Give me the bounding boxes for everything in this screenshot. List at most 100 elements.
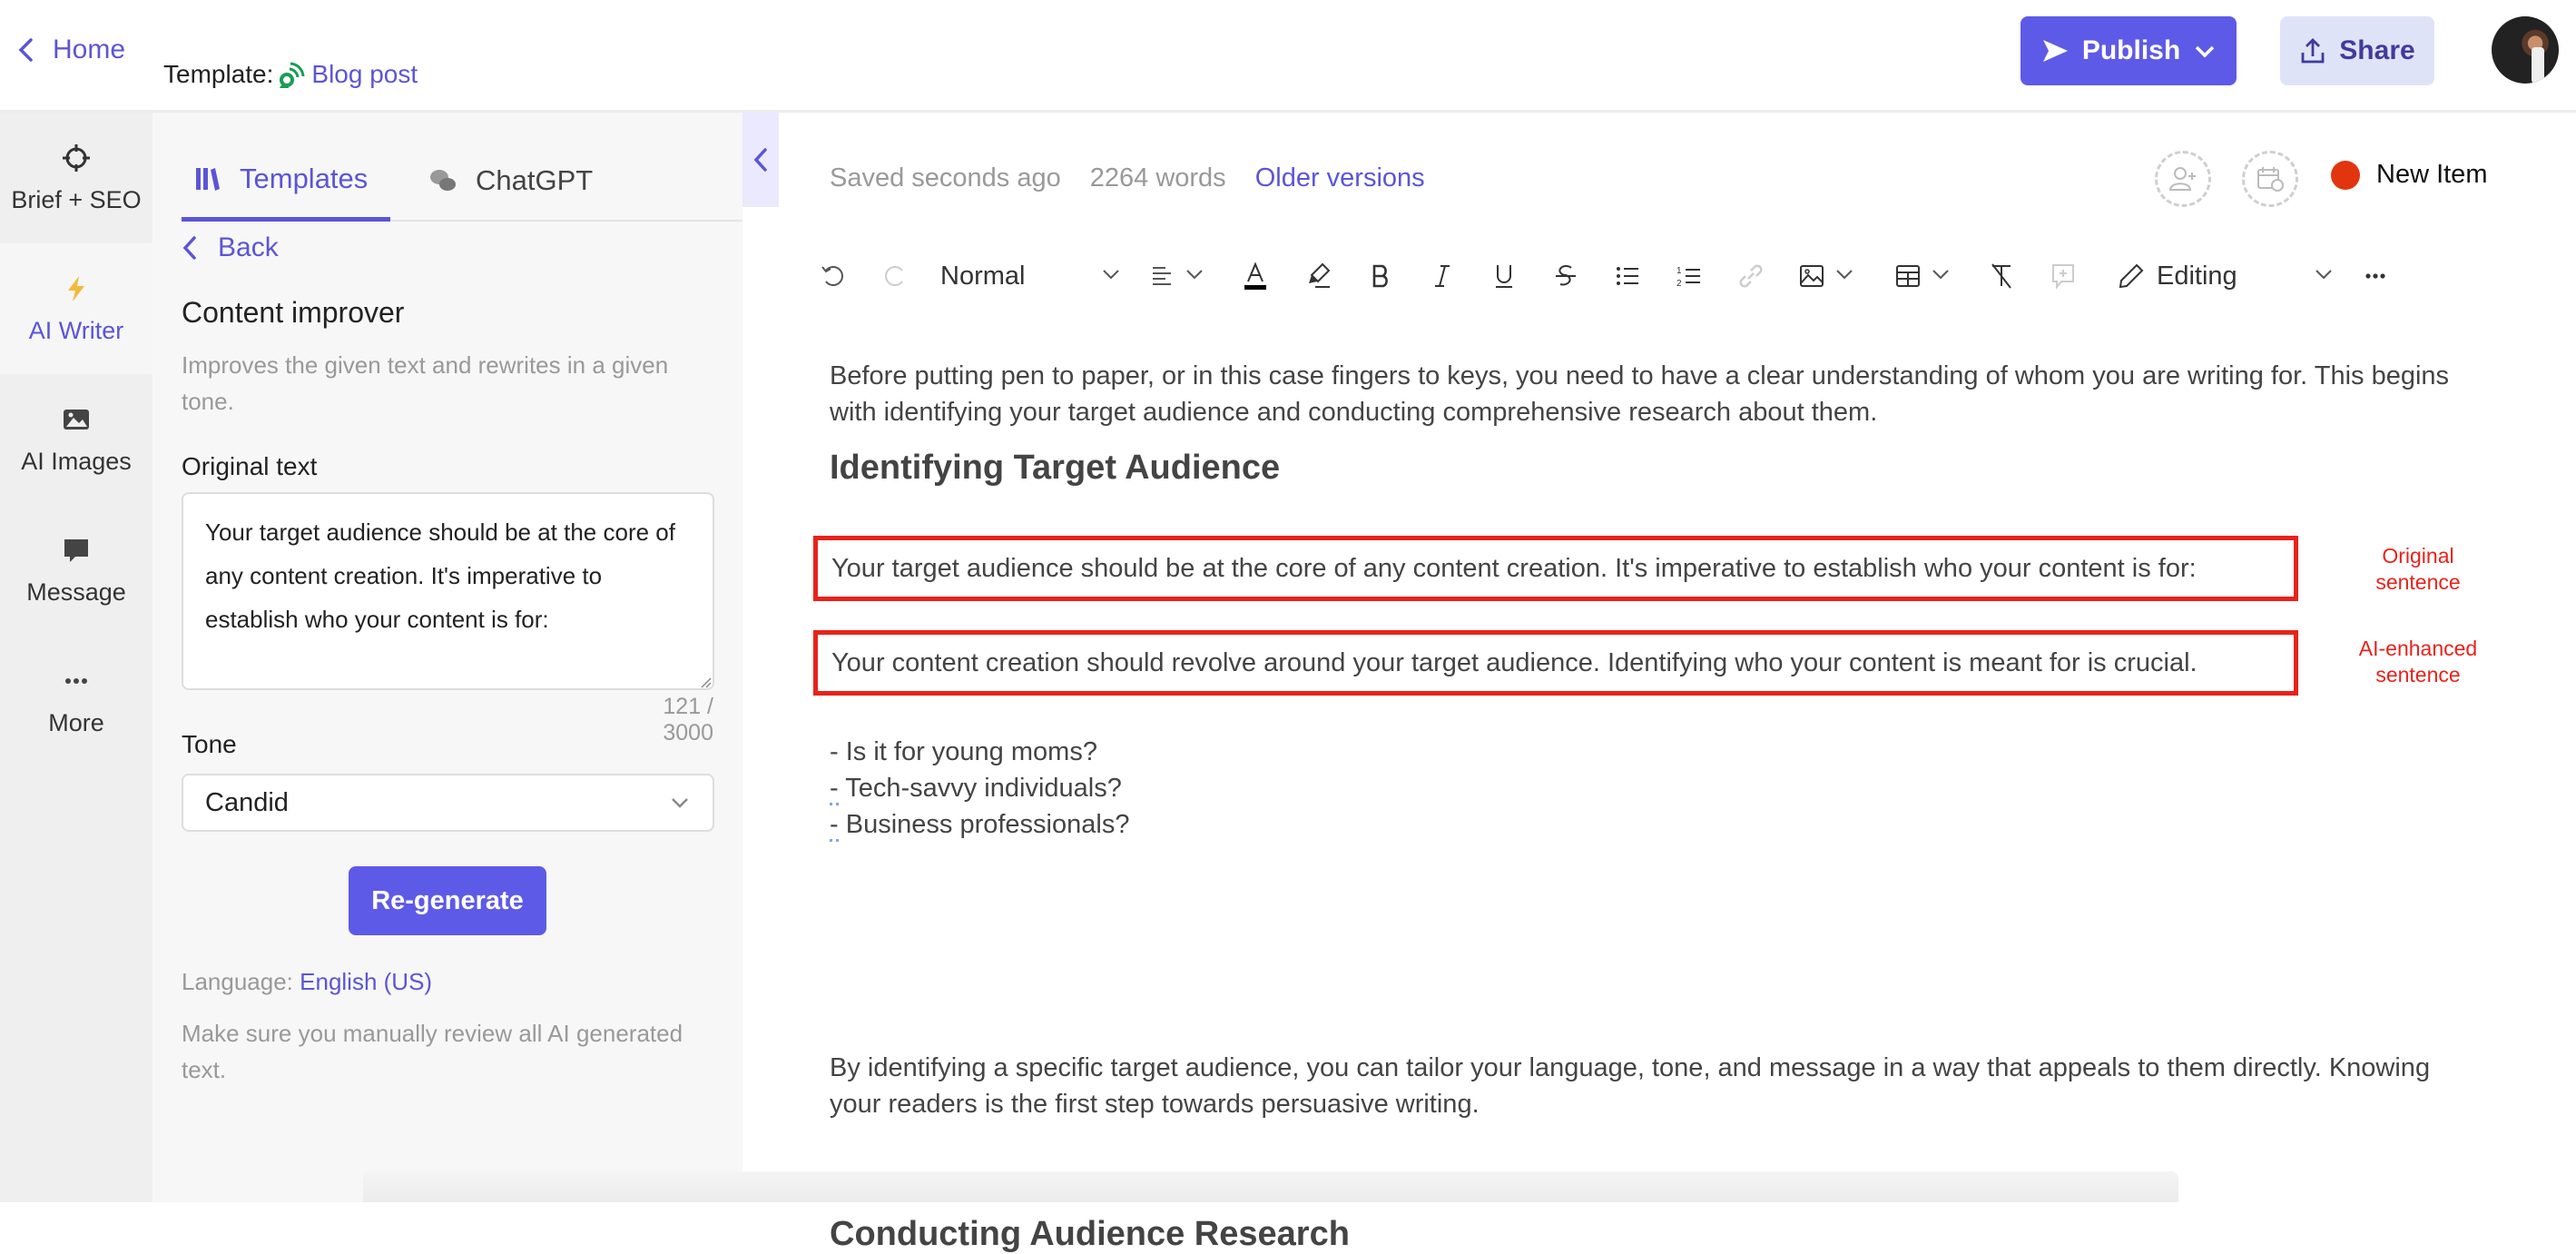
chevron-down-icon: [1100, 263, 1122, 290]
table-icon: [1896, 265, 1920, 287]
user-avatar[interactable]: [2492, 16, 2559, 84]
home-link[interactable]: Home: [16, 35, 125, 65]
set-due-date-button[interactable]: [2242, 151, 2298, 207]
text-style-dropdown[interactable]: Normal: [940, 253, 1122, 299]
rail-item-ai-images[interactable]: AI Images: [0, 374, 152, 505]
italic-button[interactable]: [1420, 253, 1465, 299]
clear-formatting-button[interactable]: [1979, 253, 2024, 299]
tone-select[interactable]: Candid: [182, 774, 714, 832]
annotation-enhanced: AI-enhanced sentence: [2358, 637, 2478, 686]
rail-item-message[interactable]: Message: [0, 505, 152, 636]
align-dropdown[interactable]: [1140, 253, 1213, 299]
panel-tabs: Templates ChatGPT: [182, 140, 742, 222]
bold-button[interactable]: [1358, 253, 1403, 299]
chevron-left-icon: [753, 148, 767, 172]
chevron-left-icon: [18, 38, 33, 62]
list-dash: -: [830, 810, 839, 842]
template-info: Template: Blog post: [163, 60, 418, 89]
template-name-link[interactable]: Blog post: [311, 60, 418, 89]
tab-templates[interactable]: Templates: [182, 140, 390, 222]
document-status: Saved seconds ago 2264 words Older versi…: [830, 163, 1425, 193]
list-dash: -: [830, 737, 839, 766]
highlight-button[interactable]: [1296, 253, 1342, 299]
chevron-down-icon: [1930, 263, 1952, 290]
link-icon: [1739, 264, 1763, 288]
language-prefix: Language:: [182, 968, 293, 995]
lightning-icon: [68, 275, 84, 301]
tab-label: ChatGPT: [476, 164, 594, 196]
tab-chatgpt[interactable]: ChatGPT: [428, 140, 593, 222]
image-icon: [64, 409, 89, 430]
item-status-selector[interactable]: New Item: [2331, 160, 2487, 190]
chat-bubbles-icon: [430, 170, 456, 191]
enhanced-sentence: Your content creation should revolve aro…: [831, 647, 2197, 677]
text-color-icon: [1244, 262, 1266, 290]
underline-icon: [1496, 265, 1512, 288]
more-dots-icon: [65, 677, 87, 684]
list-text: Business professionals?: [838, 810, 1130, 839]
upload-icon: [2301, 38, 2325, 64]
bullet-list-icon: [1617, 267, 1638, 285]
rail-label: Message: [26, 578, 126, 606]
rail-item-more[interactable]: More: [0, 636, 152, 766]
table-dropdown[interactable]: [1886, 253, 1959, 299]
share-button[interactable]: Share: [2280, 16, 2434, 85]
original-text-input[interactable]: Your target audience should be at the co…: [182, 492, 714, 690]
panel-title: Content improver: [182, 296, 405, 329]
resize-handle-icon[interactable]: [697, 674, 712, 688]
rail-item-brief-seo[interactable]: Brief + SEO: [0, 113, 152, 243]
language-info: Language: English (US): [182, 968, 432, 996]
link-button[interactable]: [1728, 253, 1774, 299]
more-options-button[interactable]: [2353, 253, 2398, 299]
crosshair-icon: [63, 143, 90, 172]
second-paragraph: By identifying a specific target audienc…: [830, 1053, 2431, 1119]
collapse-panel-button[interactable]: [742, 113, 779, 207]
list-text: Tech-savvy individuals?: [838, 774, 1122, 803]
editing-mode-dropdown[interactable]: Editing: [2117, 253, 2335, 299]
saved-status: Saved seconds ago: [830, 163, 1061, 193]
templates-panel: Templates ChatGPT Back Content improver …: [152, 113, 742, 1202]
bottom-overlay: [363, 1171, 2178, 1202]
formatting-toolbar: Normal 12 Editing: [815, 249, 2398, 303]
undo-button[interactable]: [815, 253, 851, 299]
annotation-original: Original sentence: [2375, 544, 2461, 594]
list-text: Is it for young moms?: [838, 737, 1097, 766]
clear-formatting-icon: [1991, 263, 2011, 289]
align-left-icon: [1153, 267, 1171, 285]
redo-button[interactable]: [877, 253, 913, 299]
language-link[interactable]: English (US): [300, 968, 432, 995]
send-icon: [2042, 40, 2068, 62]
image-dropdown[interactable]: [1790, 253, 1863, 299]
chevron-down-icon: [1184, 263, 1205, 290]
publish-button[interactable]: Publish: [2020, 16, 2237, 85]
intro-paragraph: Before putting pen to paper, or in this …: [830, 361, 2450, 427]
chat-bubble-icon: [64, 538, 88, 562]
template-prefix: Template:: [163, 60, 274, 88]
rail-item-ai-writer[interactable]: AI Writer: [0, 243, 152, 374]
back-link[interactable]: Back: [182, 232, 279, 263]
add-assignee-button[interactable]: [2155, 151, 2211, 207]
audience-list: - Is it for young moms? - Tech-savvy ind…: [830, 734, 1129, 843]
publish-label: Publish: [2081, 35, 2181, 65]
older-versions-link[interactable]: Older versions: [1255, 163, 1425, 193]
numbered-list-button[interactable]: 12: [1667, 253, 1712, 299]
list-item: - Business professionals?: [830, 806, 1129, 843]
bold-icon: [1372, 264, 1388, 288]
redo-icon: [885, 266, 903, 286]
underline-button[interactable]: [1481, 253, 1527, 299]
heading-identifying-target-audience: Identifying Target Audience: [830, 449, 1281, 487]
item-status-label: New Item: [2376, 160, 2488, 189]
heading-conducting-audience-research: Conducting Audience Research: [830, 1215, 1350, 1253]
back-label: Back: [218, 232, 279, 262]
add-comment-button[interactable]: [2040, 253, 2086, 299]
strikethrough-button[interactable]: [1543, 253, 1588, 299]
review-note: Make sure you manually review all AI gen…: [182, 1020, 683, 1083]
top-bar: Home Template: Blog post Publish Share: [0, 0, 2576, 113]
chevron-left-icon: [182, 236, 196, 260]
original-sentence-box: Your target audience should be at the co…: [813, 536, 2298, 601]
regenerate-button[interactable]: Re-generate: [349, 866, 546, 935]
chevron-down-icon: [2313, 263, 2335, 290]
bullet-list-button[interactable]: [1605, 253, 1650, 299]
text-color-button[interactable]: [1233, 253, 1278, 299]
list-dash: -: [830, 774, 839, 805]
